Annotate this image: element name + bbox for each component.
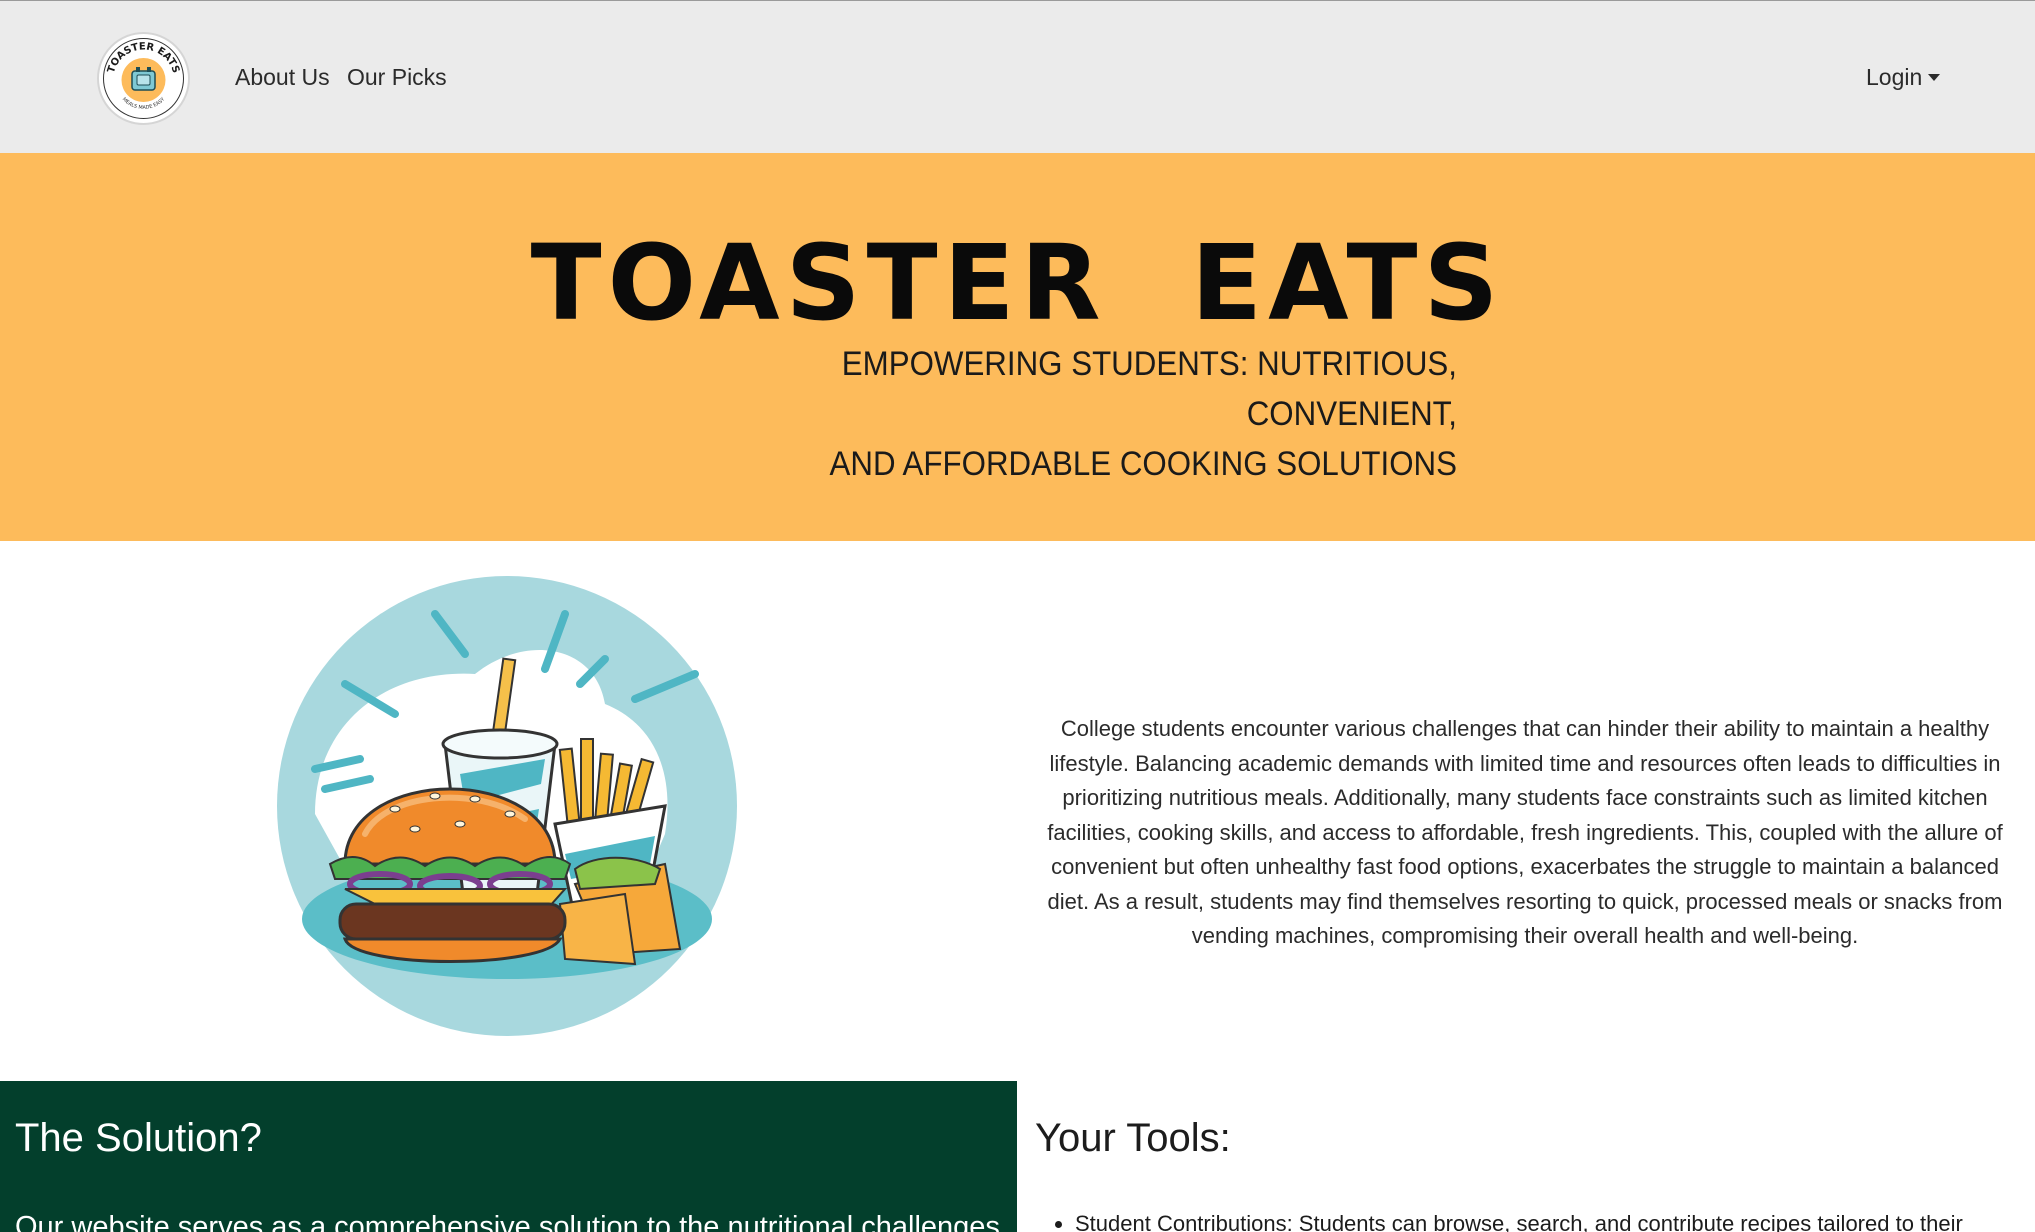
hero-title: TOASTER EATS	[530, 222, 1505, 344]
tools-section: Your Tools: Student Contributions: Stude…	[1017, 1081, 2035, 1232]
hero-banner: TOASTER EATS EMPOWERING STUDENTS: NUTRIT…	[0, 153, 2035, 541]
hero-subtitle-line1: EMPOWERING STUDENTS: NUTRITIOUS, CONVENI…	[841, 345, 1457, 433]
fast-food-illustration	[275, 574, 739, 1038]
intro-paragraph: College students encounter various chall…	[1047, 716, 2003, 948]
login-dropdown[interactable]: Login	[1866, 62, 1941, 92]
navbar: TOASTER EATS MEALS MADE EASY About Us Ou…	[0, 0, 2035, 153]
solution-title: The Solution?	[15, 1116, 262, 1160]
solution-section: The Solution? Our website serves as a co…	[0, 1081, 1017, 1232]
brand-logo[interactable]: TOASTER EATS MEALS MADE EASY	[97, 32, 190, 125]
tools-title: Your Tools:	[1035, 1116, 1231, 1160]
nav-about-us[interactable]: About Us	[235, 62, 330, 92]
toaster-logo-icon: TOASTER EATS MEALS MADE EASY	[103, 38, 184, 119]
login-label: Login	[1866, 64, 1923, 90]
hero-subtitle-line2: AND AFFORDABLE COOKING SOLUTIONS	[829, 445, 1457, 483]
hero-subtitle: EMPOWERING STUDENTS: NUTRITIOUS, CONVENI…	[632, 339, 1457, 489]
chevron-down-icon	[1928, 74, 1941, 81]
tools-list: Student Contributions: Students can brow…	[1035, 1209, 1963, 1232]
nav-our-picks[interactable]: Our Picks	[347, 62, 447, 92]
list-item: Student Contributions: Students can brow…	[1075, 1209, 1963, 1232]
solution-text: Our website serves as a comprehensive so…	[15, 1211, 1000, 1232]
burger-fries-drink-icon	[277, 576, 737, 1036]
